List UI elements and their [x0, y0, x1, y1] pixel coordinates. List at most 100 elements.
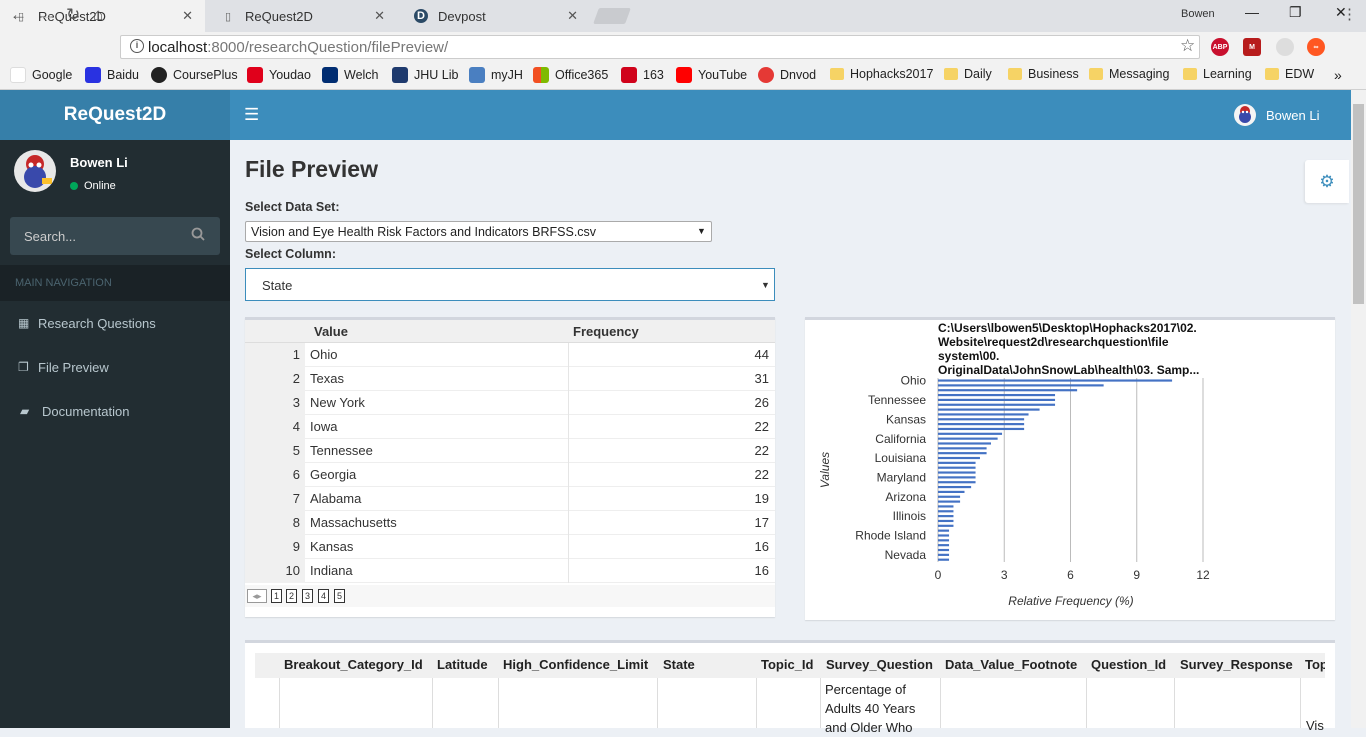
chart-bar[interactable] [938, 452, 987, 455]
chart-bar[interactable] [938, 379, 1173, 382]
table-row[interactable]: 6 Georgia 22 [245, 463, 775, 487]
info-icon[interactable]: i [130, 39, 144, 53]
close-icon[interactable]: ✕ [182, 8, 193, 24]
chart-bar[interactable] [938, 505, 954, 508]
new-tab-button[interactable] [593, 8, 631, 24]
chart-bar[interactable] [938, 447, 987, 450]
sidebar-item-documentation[interactable]: ▰ Documentation [0, 389, 230, 433]
chart-bar[interactable] [938, 553, 950, 556]
home-icon[interactable]: ⌂ [93, 5, 103, 25]
bookmark-folder[interactable]: Daily [944, 67, 992, 81]
app-logo[interactable]: ReQuest2D [0, 90, 230, 140]
table-row[interactable]: 10 Indiana 16 [245, 559, 775, 583]
chart-bar[interactable] [938, 529, 950, 532]
forward-icon[interactable]: → [38, 5, 55, 25]
chart-bar[interactable] [938, 485, 972, 489]
back-icon[interactable]: ← [10, 5, 27, 25]
bookmark-item[interactable]: 163 [621, 67, 664, 83]
chart-bar[interactable] [938, 495, 961, 498]
column-header[interactable]: State [663, 657, 753, 672]
chart-bar[interactable] [938, 471, 976, 474]
bookmark-item[interactable]: CoursePlus [151, 67, 238, 83]
chart-bar[interactable] [938, 432, 1003, 435]
page-button[interactable]: 3 [302, 589, 313, 603]
chart-bar[interactable] [938, 442, 991, 445]
chart-bar[interactable] [938, 427, 1025, 431]
chart-bar[interactable] [938, 456, 980, 460]
bookmark-item[interactable]: Youdao [247, 67, 311, 83]
bookmark-item[interactable]: Office365 [533, 67, 608, 83]
infinity-icon[interactable]: ∞ [1307, 38, 1325, 56]
bookmark-folder[interactable]: Learning [1183, 67, 1252, 81]
chart-bar[interactable] [938, 423, 1025, 426]
sidebar-toggle-icon[interactable]: ☰ [244, 105, 259, 125]
bookmark-folder[interactable]: EDW [1265, 67, 1314, 81]
page-button[interactable]: 5 [334, 589, 345, 603]
chart-bar[interactable] [938, 389, 1078, 392]
scrollbar-thumb[interactable] [1353, 104, 1364, 304]
chart-bar[interactable] [938, 408, 1040, 411]
minimize-icon[interactable]: — [1245, 4, 1259, 20]
column-select[interactable]: State [245, 268, 775, 301]
chart-bar[interactable] [938, 476, 976, 479]
search-icon[interactable] [191, 227, 205, 244]
table-row[interactable]: 8 Massachusetts 17 [245, 511, 775, 535]
column-header[interactable]: Value [314, 324, 348, 339]
chart-bar[interactable] [938, 403, 1056, 406]
settings-button[interactable]: ⚙ [1305, 160, 1349, 203]
column-header[interactable]: Top [1305, 657, 1325, 672]
adblock-icon[interactable]: ABP [1211, 38, 1229, 56]
restore-icon[interactable]: ❐ [1289, 4, 1302, 21]
bookmarks-more[interactable]: » [1334, 67, 1342, 83]
bookmark-item[interactable]: Dnvod [758, 67, 816, 83]
bookmark-item[interactable]: YouTube [676, 67, 747, 83]
table-row[interactable]: 7 Alabama 19 [245, 487, 775, 511]
table-row[interactable]: 9 Kansas 16 [245, 535, 775, 559]
chart-bar[interactable] [938, 544, 950, 547]
table-row[interactable]: 3 New York 26 [245, 391, 775, 415]
column-header[interactable]: Survey_Response [1180, 657, 1302, 672]
column-header[interactable]: Breakout_Category_Id [284, 657, 434, 672]
chart-bar[interactable] [938, 481, 976, 484]
chart-bar[interactable] [938, 519, 954, 523]
chart-bar[interactable] [938, 490, 965, 493]
page-button[interactable]: 4 [318, 589, 329, 603]
chart-bar[interactable] [938, 524, 954, 527]
chart-bar[interactable] [938, 398, 1056, 401]
table-row[interactable]: 1 Ohio 44 [245, 343, 775, 367]
chart-bar[interactable] [938, 413, 1029, 416]
close-icon[interactable]: ✕ [374, 8, 385, 24]
sidebar-item-research-questions[interactable]: ▦ Research Questions [0, 301, 230, 345]
browser-tab[interactable]: D Devpost ✕ [400, 0, 590, 32]
profile-name[interactable]: Bowen [1181, 8, 1215, 20]
chart-bar[interactable] [938, 437, 998, 440]
column-header[interactable]: Data_Value_Footnote [945, 657, 1087, 672]
chart-bar[interactable] [938, 539, 950, 542]
column-header[interactable]: Frequency [573, 324, 639, 339]
avatar[interactable] [1234, 104, 1256, 126]
star-icon[interactable]: ☆ [1180, 36, 1195, 56]
column-header[interactable]: Question_Id [1091, 657, 1175, 672]
bookmark-item[interactable]: Welch [322, 67, 379, 83]
bookmark-item[interactable]: myJH [469, 67, 523, 83]
page-button[interactable]: 1 [271, 589, 282, 603]
menu-icon[interactable]: ⋮ [1342, 5, 1357, 23]
chart-bar[interactable] [938, 461, 976, 464]
prev-next-page-icon[interactable]: ◂▸ [247, 589, 267, 603]
chart-bar[interactable] [938, 384, 1104, 387]
extension-icon[interactable] [1276, 38, 1294, 56]
bookmark-item[interactable]: Baidu [85, 67, 139, 83]
bookmark-item[interactable]: JHU Lib [392, 67, 458, 83]
close-icon[interactable]: ✕ [567, 8, 578, 24]
bookmark-item[interactable]: Google [10, 67, 72, 83]
bookmark-folder[interactable]: Hophacks2017 [830, 67, 933, 81]
reload-icon[interactable]: ↻ [66, 5, 80, 25]
chart-bar[interactable] [938, 510, 954, 513]
column-header[interactable]: High_Confidence_Limit [503, 657, 657, 672]
chart-bar[interactable] [938, 548, 950, 552]
mendeley-icon[interactable]: M [1243, 38, 1261, 56]
table-row[interactable]: 5 Tennessee 22 [245, 439, 775, 463]
chart-bar[interactable] [938, 500, 961, 503]
chart-bar[interactable] [938, 515, 954, 518]
sidebar-item-file-preview[interactable]: ❐ File Preview [0, 345, 230, 389]
